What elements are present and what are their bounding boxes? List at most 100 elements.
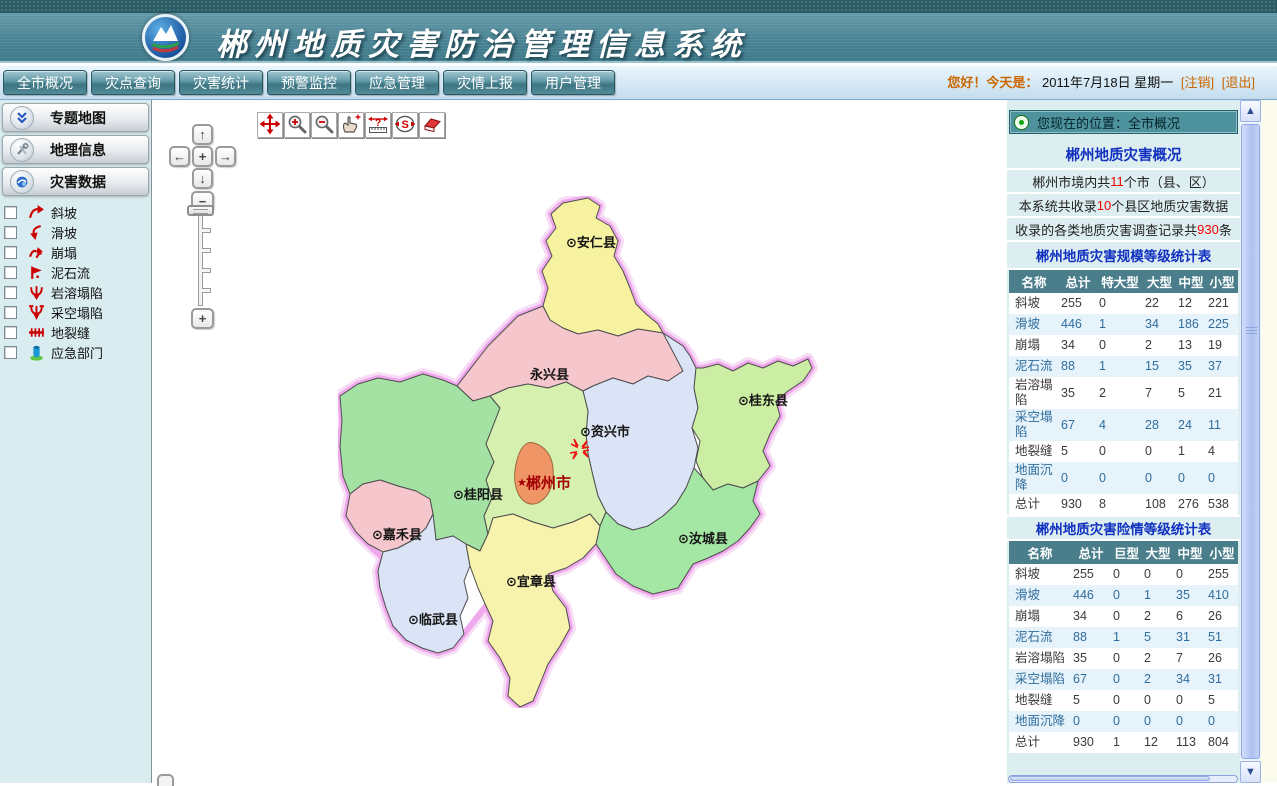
table-cell: 28 <box>1143 409 1176 441</box>
zoom-out-tool-button[interactable] <box>311 112 337 138</box>
sidebar: 专题地图地理信息灾害数据 斜坡滑坡崩塌泥石流岩溶塌陷采空塌陷地裂缝应急部门 <box>0 100 152 783</box>
tab-应急管理[interactable]: 应急管理 <box>355 70 439 95</box>
zoom-in-button[interactable]: + <box>191 308 214 329</box>
label-jiahe: ⊙嘉禾县 <box>372 527 422 542</box>
table-cell: 7 <box>1143 377 1176 409</box>
table-cell: 泥石流 <box>1009 356 1059 377</box>
scale-tool-button[interactable]: S <box>392 112 418 138</box>
zoom-in-tool-button[interactable] <box>284 112 310 138</box>
map-toolbar: ?S <box>257 112 446 138</box>
eraser-tool-button[interactable] <box>419 112 445 138</box>
table-cell: 斜坡 <box>1009 564 1071 585</box>
overview-line-1: 郴州市境内共11个市（县、区） <box>1007 170 1240 194</box>
scrollbar-thumb[interactable] <box>1241 124 1260 759</box>
scale-table-title-link[interactable]: 郴州地质灾害规模等级统计表 <box>1007 242 1240 270</box>
sidebar-section-地理信息[interactable]: 地理信息 <box>2 135 149 164</box>
sidebar-section-灾害数据[interactable]: 灾害数据 <box>2 167 149 196</box>
table-cell: 35 <box>1176 356 1206 377</box>
map-area[interactable]: ?S ↑ ← + → ↓ − + <box>153 100 1007 783</box>
table-cell: 2 <box>1142 606 1174 627</box>
pan-left-button[interactable]: ← <box>169 146 190 167</box>
district-guidong[interactable] <box>692 359 812 490</box>
table-cell: 地面沉降 <box>1009 462 1059 494</box>
table-cell: 5 <box>1206 690 1238 711</box>
measure-icon: ? <box>367 113 389 138</box>
pan-right-button[interactable]: → <box>215 146 236 167</box>
pan-down-button[interactable]: ↓ <box>192 168 213 189</box>
layer-checkbox-滑坡[interactable] <box>4 226 17 239</box>
column-header: 名称 <box>1009 270 1059 293</box>
table-row-总计: 总计9308108276538 <box>1009 494 1238 515</box>
table-cell: 0 <box>1097 335 1143 356</box>
tab-灾情上报[interactable]: 灾情上报 <box>443 70 527 95</box>
layer-checkbox-崩塌[interactable] <box>4 246 17 259</box>
chenzhou-city-core[interactable] <box>515 442 554 504</box>
zoom-slider-tick <box>202 248 211 253</box>
karst-collapse-icon <box>27 283 45 301</box>
scroll-down-button[interactable]: ▼ <box>1240 761 1261 783</box>
sidebar-section-专题地图[interactable]: 专题地图 <box>2 103 149 132</box>
table-cell: 538 <box>1206 494 1238 515</box>
zoom-slider-thumb[interactable] <box>187 205 214 216</box>
danger-statistics-table: 名称总计巨型大型中型小型斜坡255000255滑坡4460135410崩塌340… <box>1009 541 1238 753</box>
exit-link[interactable]: [退出] <box>1222 75 1255 90</box>
column-header: 小型 <box>1206 541 1238 564</box>
table-cell: 崩塌 <box>1009 606 1071 627</box>
identify-tool-button[interactable] <box>338 112 364 138</box>
panel-horizontal-scrollbar-thumb[interactable] <box>1010 776 1210 781</box>
table-cell: 1 <box>1176 441 1206 462</box>
column-header: 总计 <box>1059 270 1097 293</box>
pan-center-button[interactable]: + <box>192 146 213 167</box>
overview-line-3: 收录的各类地质灾害调查记录共930条 <box>1007 218 1240 242</box>
layer-checkbox-应急部门[interactable] <box>4 346 17 359</box>
logout-link[interactable]: [注销] <box>1181 75 1214 90</box>
panel-vertical-scrollbar[interactable]: ▲ ▼ <box>1240 100 1261 783</box>
table-cell: 446 <box>1071 585 1111 606</box>
table-cell: 0 <box>1174 564 1206 585</box>
tab-用户管理[interactable]: 用户管理 <box>531 70 615 95</box>
column-header: 小型 <box>1206 270 1238 293</box>
location-bar: 您现在的位置：全市概况 <box>1009 110 1238 134</box>
measure-tool-button[interactable]: ? <box>365 112 391 138</box>
layer-checkbox-泥石流[interactable] <box>4 266 17 279</box>
district-map[interactable]: ⊙安仁县 永兴县 ⊙资兴市 ⊙桂东县 ⊙桂阳县 ⊙汝城县 ⊙嘉禾县 ⊙临武县 ⊙… <box>338 196 823 708</box>
pan-up-button[interactable]: ↑ <box>192 124 213 145</box>
tab-灾点查询[interactable]: 灾点查询 <box>91 70 175 95</box>
panel-horizontal-scrollbar[interactable] <box>1008 775 1238 783</box>
scroll-up-button[interactable]: ▲ <box>1240 100 1261 122</box>
table-row-地面沉降: 地面沉降00000 <box>1009 711 1238 732</box>
map-corner-button[interactable] <box>157 774 174 786</box>
table-cell: 2 <box>1097 377 1143 409</box>
table-cell: 0 <box>1111 606 1142 627</box>
mined-collapse-icon <box>27 303 45 321</box>
layer-checkbox-地裂缝[interactable] <box>4 326 17 339</box>
table-cell: 5 <box>1142 627 1174 648</box>
table-cell: 255 <box>1059 293 1097 314</box>
tab-全市概况[interactable]: 全市概况 <box>3 70 87 95</box>
table-cell: 26 <box>1206 606 1238 627</box>
label-guiyang: ⊙桂阳县 <box>453 487 503 502</box>
label-chenzhou: 郴州市 <box>526 474 571 492</box>
layer-checkbox-岩溶塌陷[interactable] <box>4 286 17 299</box>
table-cell: 0 <box>1206 462 1238 494</box>
table-cell: 滑坡 <box>1009 585 1071 606</box>
layer-checkbox-斜坡[interactable] <box>4 206 17 219</box>
svg-text:S: S <box>402 119 409 131</box>
table-cell: 1 <box>1111 732 1142 753</box>
slope-icon <box>27 203 45 221</box>
pan-tool-button[interactable] <box>257 112 283 138</box>
tab-预警监控[interactable]: 预警监控 <box>267 70 351 95</box>
layer-checkbox-采空塌陷[interactable] <box>4 306 17 319</box>
danger-table-title-link[interactable]: 郴州地质灾害险情等级统计表 <box>1007 515 1240 541</box>
layer-label: 岩溶塌陷 <box>51 283 103 302</box>
nav-tabs: 全市概况灾点查询灾害统计预警监控应急管理灾情上报用户管理 <box>3 70 619 95</box>
layer-row-岩溶塌陷: 岩溶塌陷 <box>0 282 151 302</box>
zoom-slider-tick <box>202 228 211 233</box>
page-edge-strip <box>1261 100 1277 783</box>
table-cell: 滑坡 <box>1009 314 1059 335</box>
table-row-崩塌: 崩塌34021319 <box>1009 335 1238 356</box>
tab-灾害统计[interactable]: 灾害统计 <box>179 70 263 95</box>
nav-greeting: 您好！今天是： 2011年7月18日 星期一 [注销] [退出] <box>947 66 1255 99</box>
chevrons-down-icon <box>10 106 34 130</box>
table-row-泥石流: 泥石流88153151 <box>1009 627 1238 648</box>
